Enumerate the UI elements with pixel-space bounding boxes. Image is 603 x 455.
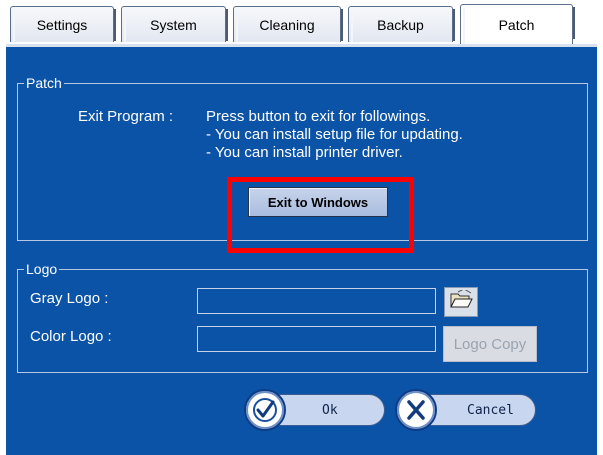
tab-backup[interactable]: Backup [348,6,455,42]
ok-label: Ok [322,402,338,418]
tab-patch-label: Patch [498,16,535,33]
color-logo-field[interactable] [197,326,436,352]
gray-logo-browse-button[interactable] [444,287,478,317]
gray-logo-field[interactable] [197,288,436,314]
tab-patch[interactable]: Patch [460,4,575,44]
tab-settings-label: Settings [36,16,88,33]
patch-info-line-2: - You can install setup file for updatin… [206,126,463,143]
tab-cleaning[interactable]: Cleaning [233,6,343,42]
logo-copy-button[interactable]: Logo Copy [443,326,537,362]
exit-program-label: Exit Program : [78,108,174,125]
patch-info-line-1: Press button to exit for followings. [206,108,431,125]
folder-open-icon [449,287,473,315]
check-icon[interactable] [244,389,286,431]
cancel-label: Cancel [467,402,514,418]
tab-backup-label: Backup [377,16,424,33]
gray-logo-label: Gray Logo : [30,290,109,307]
main-panel: Patch Exit Program : Press button to exi… [6,44,597,455]
exit-to-windows-button[interactable]: Exit to Windows [248,187,388,217]
panel-top-border [6,44,597,47]
tab-system[interactable]: System [121,6,228,42]
logo-legend: Logo [26,261,58,277]
tab-bar: Settings System Cleaning Backup Patch [0,0,603,44]
tab-system-label: System [150,16,197,33]
patch-info-line-3: - You can install printer driver. [206,144,403,161]
patch-legend: Patch [26,75,62,91]
tab-settings[interactable]: Settings [10,6,116,42]
x-icon[interactable] [395,389,437,431]
color-logo-label: Color Logo : [30,328,112,345]
tab-cleaning-label: Cleaning [259,16,315,33]
